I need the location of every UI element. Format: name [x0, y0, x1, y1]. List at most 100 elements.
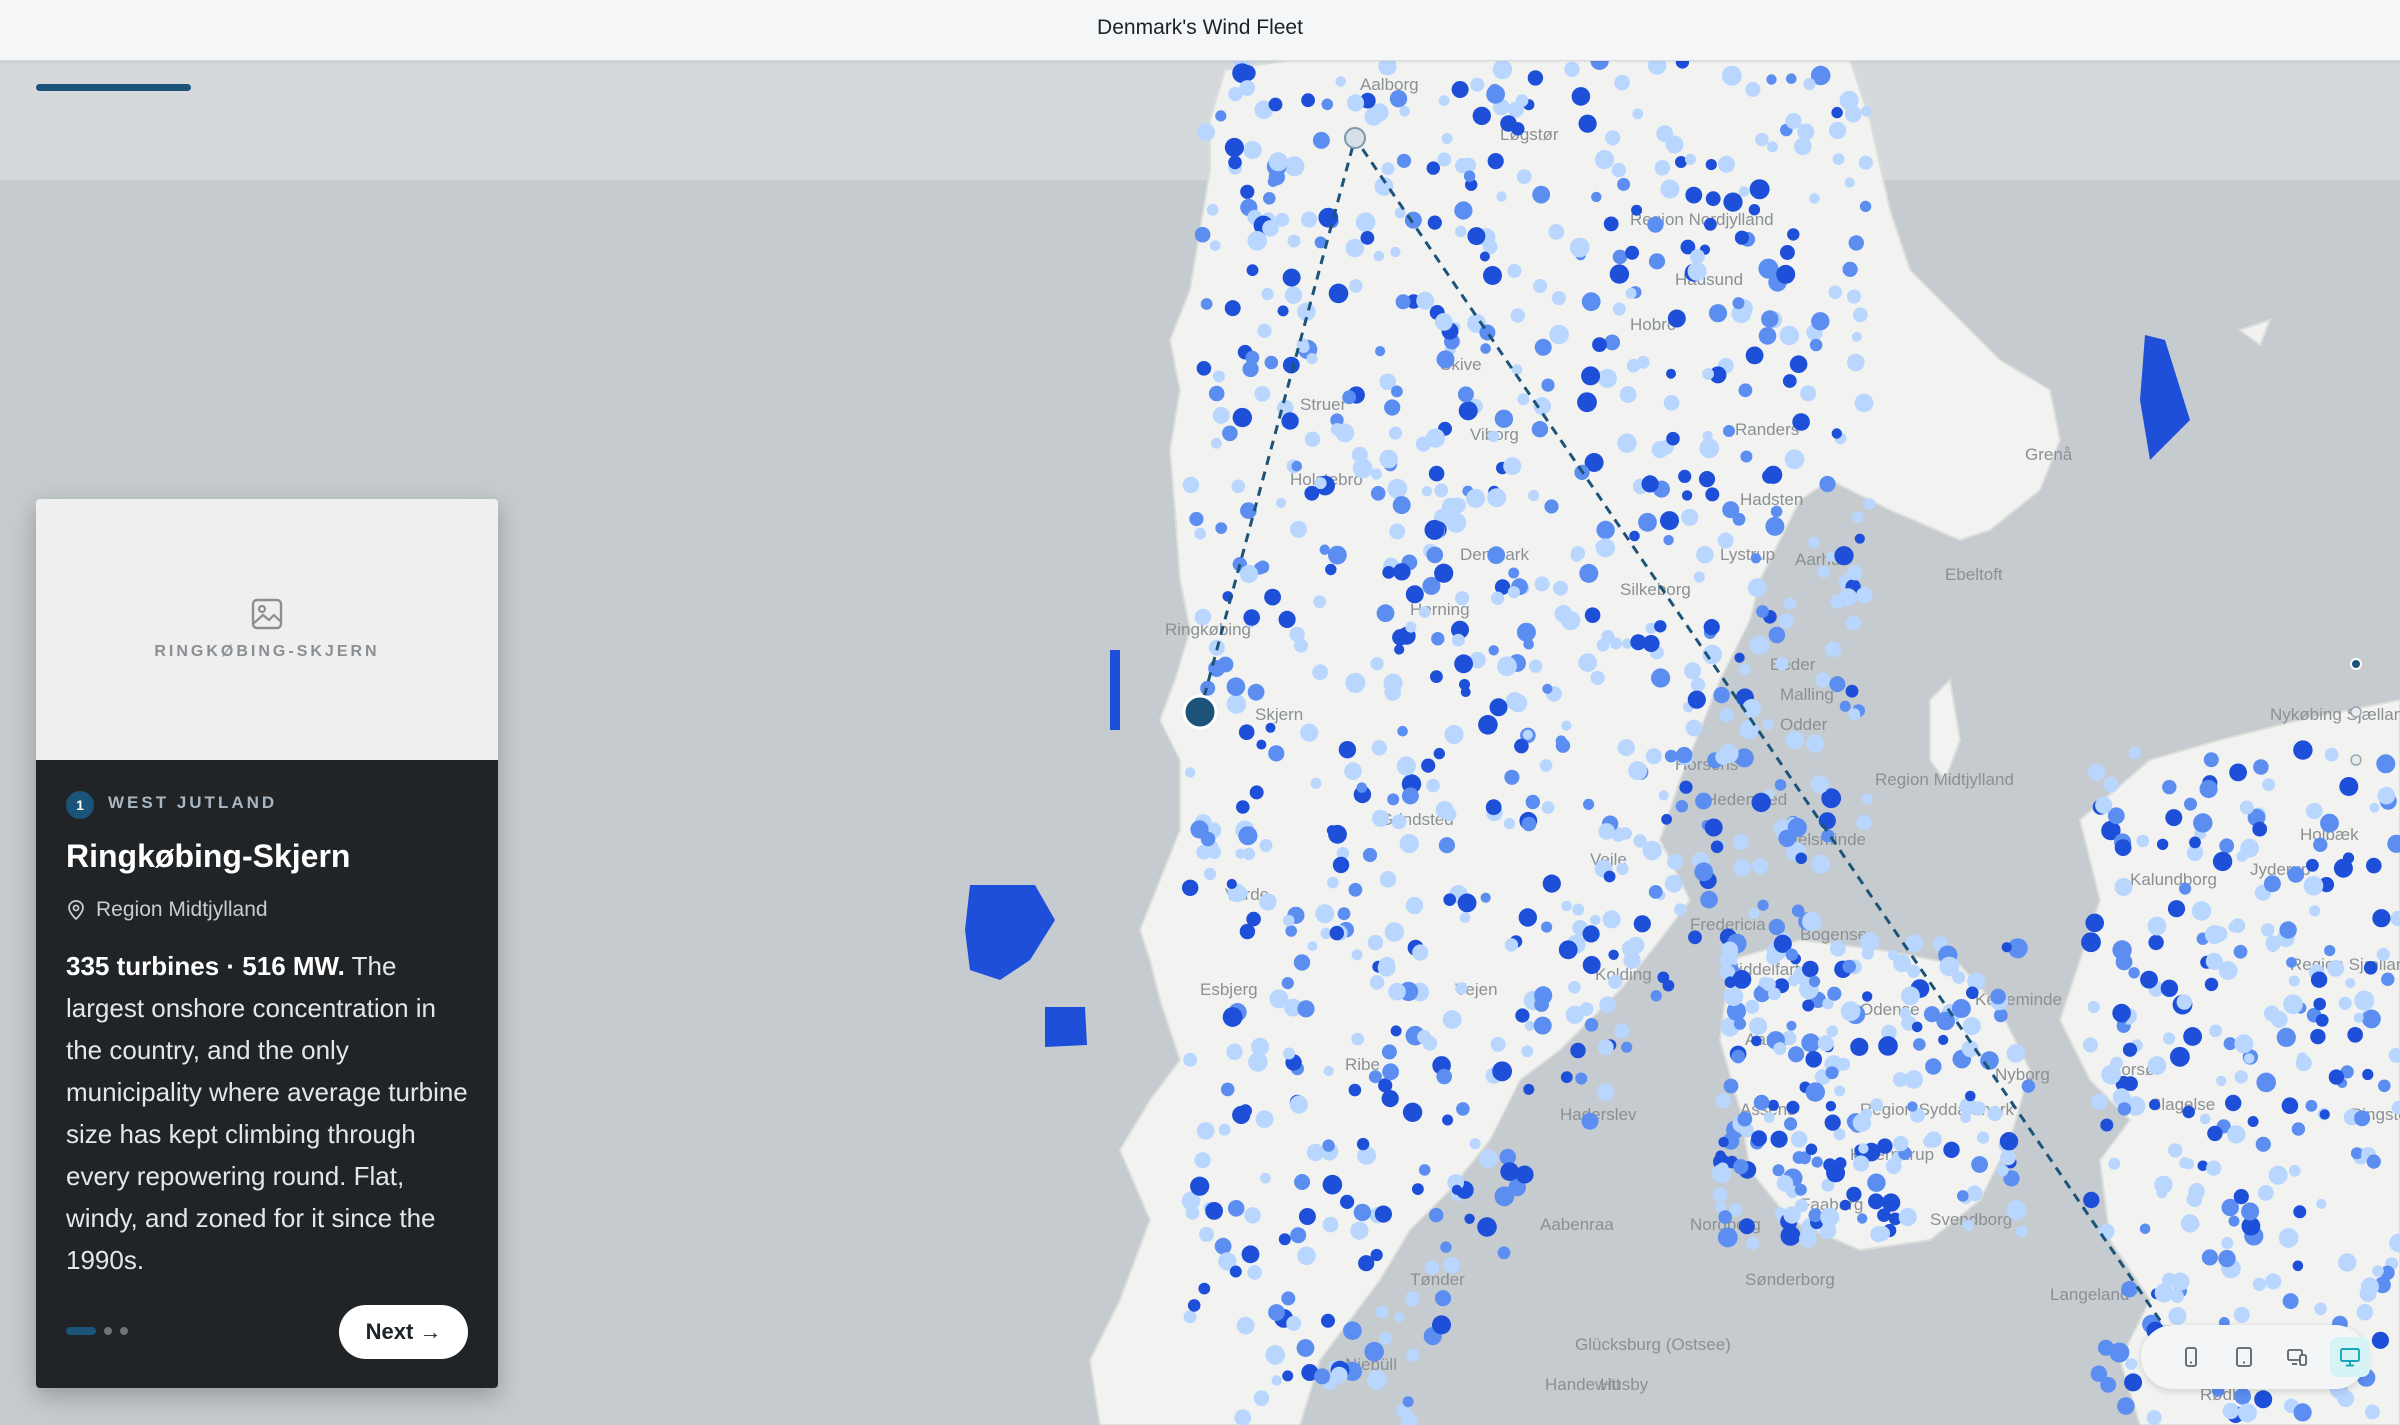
turbine-marker [2255, 1136, 2271, 1152]
turbine-marker [2206, 1160, 2222, 1176]
turbine-marker [1660, 179, 1680, 199]
turbine-marker [1809, 975, 1821, 988]
turbine-marker [1405, 621, 1417, 633]
turbine-marker [1234, 886, 1248, 900]
location-pin-icon [68, 900, 84, 921]
turbine-marker [1290, 1227, 1307, 1244]
turbine-marker [2167, 900, 2186, 918]
turbine-marker [1346, 94, 1365, 112]
mobile-view-button[interactable] [2171, 1337, 2211, 1377]
turbine-marker [1965, 1090, 1976, 1102]
turbine-marker [2354, 990, 2375, 1011]
turbine-marker [1259, 893, 1277, 911]
map-fade [0, 60, 2400, 180]
turbine-marker [1412, 944, 1429, 961]
turbine-marker [1852, 307, 1868, 323]
turbine-marker [1376, 604, 1395, 623]
turbine-marker [2203, 752, 2219, 768]
turbine-marker [1893, 1072, 1908, 1087]
turbine-marker [1551, 291, 1566, 306]
turbine-marker [1761, 310, 1779, 328]
turbine-marker [1847, 353, 1865, 372]
turbine-marker [1710, 840, 1724, 854]
map-place-label: Sønderborg [1745, 1270, 1835, 1289]
turbine-marker [1226, 1043, 1243, 1060]
turbine-marker [1684, 662, 1702, 680]
turbine-marker [1370, 1248, 1383, 1262]
turbine-marker [1768, 626, 1786, 644]
turbine-marker [1603, 870, 1616, 883]
turbine-marker [1665, 135, 1684, 154]
turbine-marker [1854, 393, 1874, 413]
responsive-icon [2287, 1349, 2307, 1366]
nav-dot[interactable] [2350, 754, 2362, 766]
turbine-marker [2200, 1113, 2211, 1125]
turbine-marker [1685, 153, 1696, 165]
turbine-marker [1751, 1035, 1762, 1047]
step-dot[interactable] [104, 1327, 112, 1335]
map-place-label: Hedensted [1705, 790, 1787, 809]
turbine-marker [1215, 110, 1227, 122]
turbine-marker [2124, 1373, 2143, 1392]
turbine-marker [1372, 809, 1390, 827]
turbine-marker [1349, 279, 1363, 293]
turbine-marker [1572, 903, 1585, 916]
turbine-marker [1212, 370, 1225, 383]
turbine-marker [1819, 475, 1836, 493]
turbine-marker [1196, 361, 1212, 376]
nav-dot[interactable] [2350, 658, 2362, 670]
turbine-marker [1846, 1186, 1862, 1202]
turbine-marker [1239, 923, 1256, 940]
turbine-marker [2339, 777, 2359, 796]
desktop-view-button[interactable] [2330, 1337, 2370, 1377]
step-dot[interactable] [66, 1327, 96, 1335]
turbine-marker [1229, 1265, 1242, 1278]
turbine-marker [1957, 1190, 1969, 1202]
turbine-marker [1261, 287, 1274, 301]
map-place-label: Haderslev [1560, 1105, 1637, 1124]
turbine-marker [1321, 1313, 1335, 1328]
responsive-view-button[interactable] [2277, 1337, 2317, 1377]
turbine-marker [1785, 112, 1802, 130]
turbine-marker [2193, 813, 2213, 833]
turbine-marker [1690, 677, 1706, 692]
turbine-marker [1379, 1331, 1393, 1345]
turbine-marker [1522, 729, 1533, 740]
route-stop-current[interactable] [1182, 694, 1218, 730]
nav-dot[interactable] [2350, 706, 2362, 718]
turbine-marker [1738, 1218, 1755, 1235]
next-button[interactable]: Next → [339, 1305, 468, 1359]
turbine-marker [1789, 355, 1808, 374]
turbine-marker [2276, 1027, 2296, 1047]
offshore-wind-park [1110, 650, 1120, 730]
turbine-marker [1523, 1083, 1535, 1095]
turbine-marker [1397, 725, 1408, 737]
turbine-marker [1532, 185, 1551, 204]
tablet-view-button[interactable] [2224, 1337, 2264, 1377]
turbine-marker [1208, 385, 1225, 402]
turbine-marker [1703, 619, 1720, 636]
turbine-marker [2221, 1237, 2234, 1249]
turbine-marker [1425, 1260, 1440, 1275]
turbine-marker [2115, 953, 2133, 971]
turbine-marker [1182, 476, 1200, 494]
turbine-marker [1418, 606, 1431, 618]
turbine-marker [1194, 1152, 1211, 1169]
turbine-marker [1253, 1390, 1270, 1406]
turbine-marker [1265, 1345, 1285, 1365]
turbine-marker [1851, 511, 1864, 524]
step-dot[interactable] [120, 1327, 128, 1335]
turbine-marker [1232, 407, 1253, 428]
turbine-marker [1360, 231, 1375, 245]
turbine-marker [1189, 511, 1204, 527]
turbine-marker [1301, 211, 1318, 228]
turbine-marker [1227, 1200, 1245, 1217]
turbine-marker [2123, 1076, 2138, 1091]
turbine-marker [2228, 921, 2240, 933]
turbine-marker [1488, 83, 1502, 97]
turbine-marker [1590, 670, 1605, 685]
turbine-marker [1548, 224, 1565, 240]
route-stop-previous[interactable] [1344, 127, 1366, 149]
turbine-marker [2263, 1005, 2280, 1022]
turbine-marker [1454, 591, 1470, 606]
